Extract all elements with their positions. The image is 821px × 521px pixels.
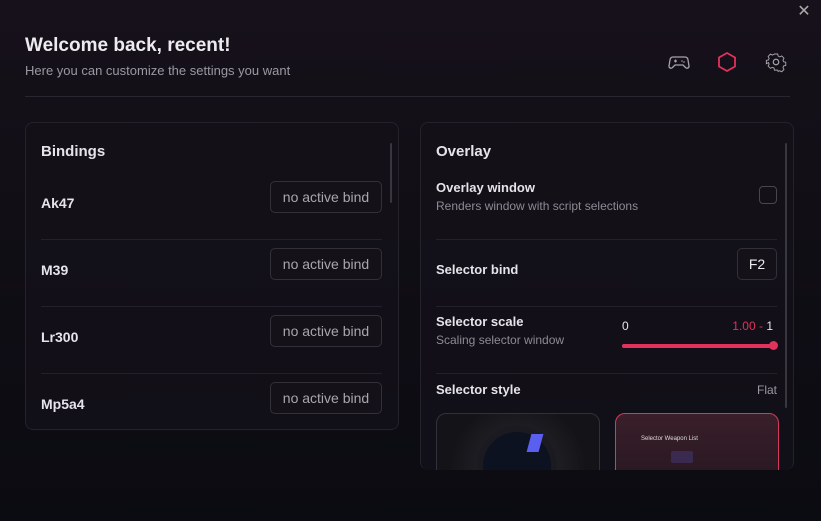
divider — [25, 96, 790, 97]
scrollbar[interactable] — [390, 143, 392, 203]
slider-min: 0 — [622, 319, 629, 333]
scale-slider[interactable] — [622, 341, 778, 350]
page-title: Welcome back, recent! — [25, 35, 231, 56]
style-option-flat[interactable]: Selector Weapon List — [615, 413, 779, 470]
slider-fill — [622, 344, 773, 348]
overlay-window-row: Overlay window Renders window with script… — [436, 173, 777, 240]
hexagon-icon[interactable] — [716, 51, 738, 73]
selector-style-label: Selector style — [436, 382, 521, 397]
close-button[interactable]: ✕ — [796, 4, 812, 20]
bindings-title: Bindings — [41, 143, 106, 160]
selector-scale-label: Selector scale — [436, 314, 524, 329]
binding-row: Lr300 no active bind — [41, 307, 382, 374]
style-option-radial[interactable] — [436, 413, 600, 470]
radial-preview — [477, 426, 557, 470]
selector-bind-row: Selector bind F2 — [436, 240, 777, 307]
slider-max: 1 — [766, 319, 773, 333]
page-subtitle: Here you can customize the settings you … — [25, 63, 291, 78]
selector-bind-label: Selector bind — [436, 262, 519, 277]
slider-value: 1.00 — [732, 319, 756, 333]
flat-preview-title: Selector Weapon List — [641, 436, 698, 442]
scrollbar[interactable] — [785, 143, 787, 408]
bind-button[interactable]: no active bind — [270, 315, 382, 347]
binding-name: Mp5a4 — [41, 396, 85, 412]
binding-name: Ak47 — [41, 195, 75, 211]
flat-preview-item — [671, 451, 693, 463]
selector-scale-row: Selector scale Scaling selector window 0 … — [436, 307, 778, 374]
bindings-panel: Bindings Ak47 no active bind M39 no active… — [25, 122, 399, 430]
binding-row: Mp5a4 no active bind — [41, 374, 382, 429]
overlay-window-label: Overlay window — [436, 180, 535, 195]
selector-scale-desc: Scaling selector window — [436, 333, 565, 347]
overlay-title: Overlay — [436, 143, 492, 160]
overlay-panel: Overlay Overlay window Renders window wit… — [420, 122, 794, 470]
binding-name: M39 — [41, 262, 69, 278]
selector-style-value: Flat — [756, 383, 777, 397]
binding-row: Ak47 no active bind — [41, 173, 382, 240]
binding-row: M39 no active bind — [41, 240, 382, 307]
bind-button[interactable]: no active bind — [270, 248, 382, 280]
slider-handle[interactable] — [769, 341, 778, 350]
gear-icon[interactable] — [765, 51, 787, 73]
slider-sep: - — [755, 319, 767, 333]
overlay-window-checkbox[interactable] — [759, 186, 777, 204]
overlay-window-desc: Renders window with script selections — [436, 199, 639, 213]
gamepad-icon[interactable] — [668, 51, 690, 73]
selector-bind-button[interactable]: F2 — [737, 248, 777, 280]
bind-button[interactable]: no active bind — [270, 382, 382, 414]
binding-name: Lr300 — [41, 329, 79, 345]
bind-button[interactable]: no active bind — [270, 181, 382, 213]
